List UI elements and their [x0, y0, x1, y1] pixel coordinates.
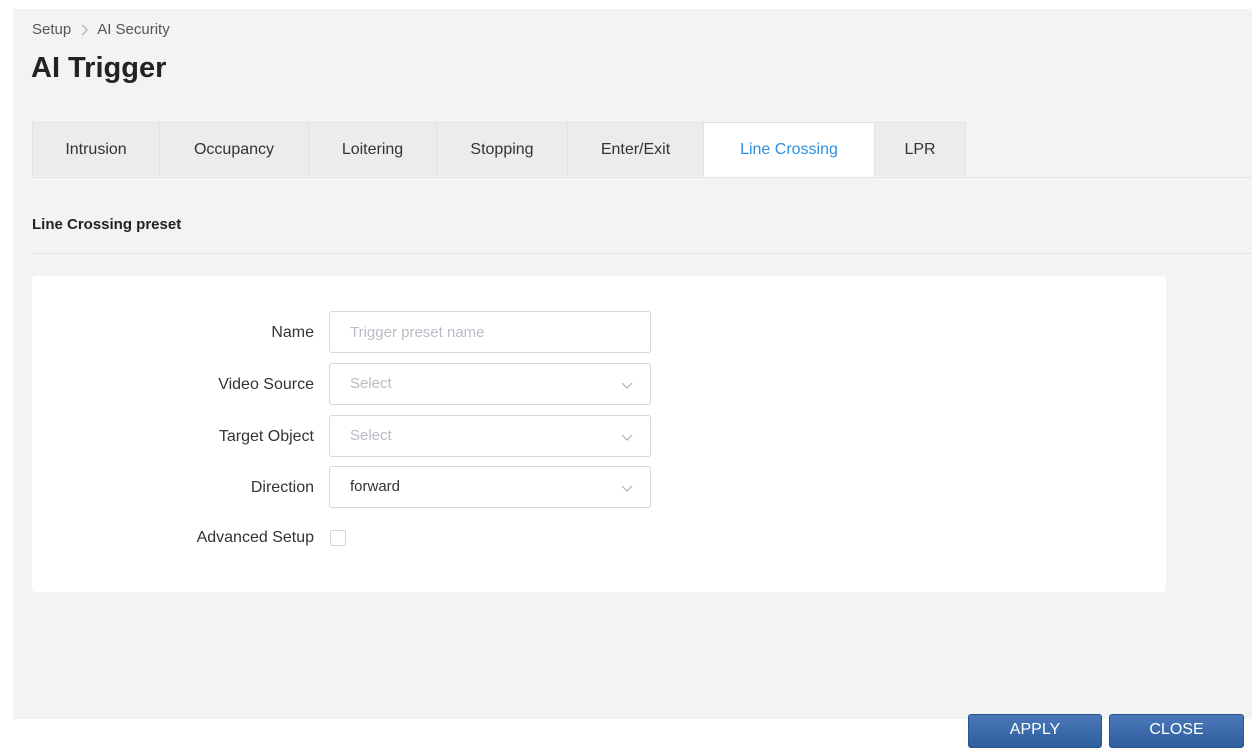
- chevron-down-icon: [621, 485, 633, 492]
- tab-line-crossing[interactable]: Line Crossing: [704, 122, 875, 177]
- breadcrumb-ai-security: AI Security: [97, 21, 170, 38]
- tab-lpr[interactable]: LPR: [875, 122, 966, 176]
- direction-select[interactable]: forward: [329, 466, 651, 508]
- tab-enter-exit[interactable]: Enter/Exit: [568, 122, 704, 176]
- name-label: Name: [271, 324, 314, 341]
- direction-label: Direction: [250, 479, 314, 496]
- advanced-setup-label: Advanced Setup: [196, 529, 314, 546]
- ai-trigger-page: Setup AI Security AI Trigger Intrusion O…: [13, 9, 1252, 748]
- breadcrumb-setup[interactable]: Setup: [32, 21, 71, 38]
- preset-form-panel: Name Video Source Select Target Object S…: [32, 276, 1166, 592]
- close-button[interactable]: CLOSE: [1109, 714, 1244, 748]
- breadcrumb: Setup AI Security: [32, 21, 170, 38]
- page-title: AI Trigger: [31, 52, 167, 84]
- target-object-value: Select: [350, 427, 392, 444]
- video-source-select[interactable]: Select: [329, 363, 651, 405]
- direction-row: Direction forward: [32, 466, 732, 510]
- section-divider: [32, 253, 1252, 254]
- chevron-down-icon: [621, 382, 633, 389]
- advanced-setup-row: Advanced Setup: [32, 516, 732, 560]
- chevron-right-icon: [79, 24, 89, 36]
- tab-loitering[interactable]: Loitering: [309, 122, 437, 176]
- tab-intrusion[interactable]: Intrusion: [32, 122, 160, 176]
- target-object-row: Target Object Select: [32, 415, 732, 459]
- target-object-select[interactable]: Select: [329, 415, 651, 457]
- trigger-tabs: Intrusion Occupancy Loitering Stopping E…: [32, 122, 1252, 178]
- advanced-setup-checkbox[interactable]: [330, 530, 346, 546]
- target-object-label: Target Object: [218, 428, 314, 445]
- video-source-value: Select: [350, 375, 392, 392]
- section-title: Line Crossing preset: [32, 216, 182, 233]
- chevron-down-icon: [621, 434, 633, 441]
- video-source-label: Video Source: [218, 376, 314, 393]
- name-row: Name: [32, 311, 732, 355]
- tab-stopping[interactable]: Stopping: [437, 122, 568, 176]
- apply-button[interactable]: APPLY: [968, 714, 1102, 748]
- video-source-row: Video Source Select: [32, 363, 732, 407]
- name-input[interactable]: [329, 311, 651, 353]
- direction-value: forward: [350, 478, 401, 495]
- tab-occupancy[interactable]: Occupancy: [160, 122, 309, 176]
